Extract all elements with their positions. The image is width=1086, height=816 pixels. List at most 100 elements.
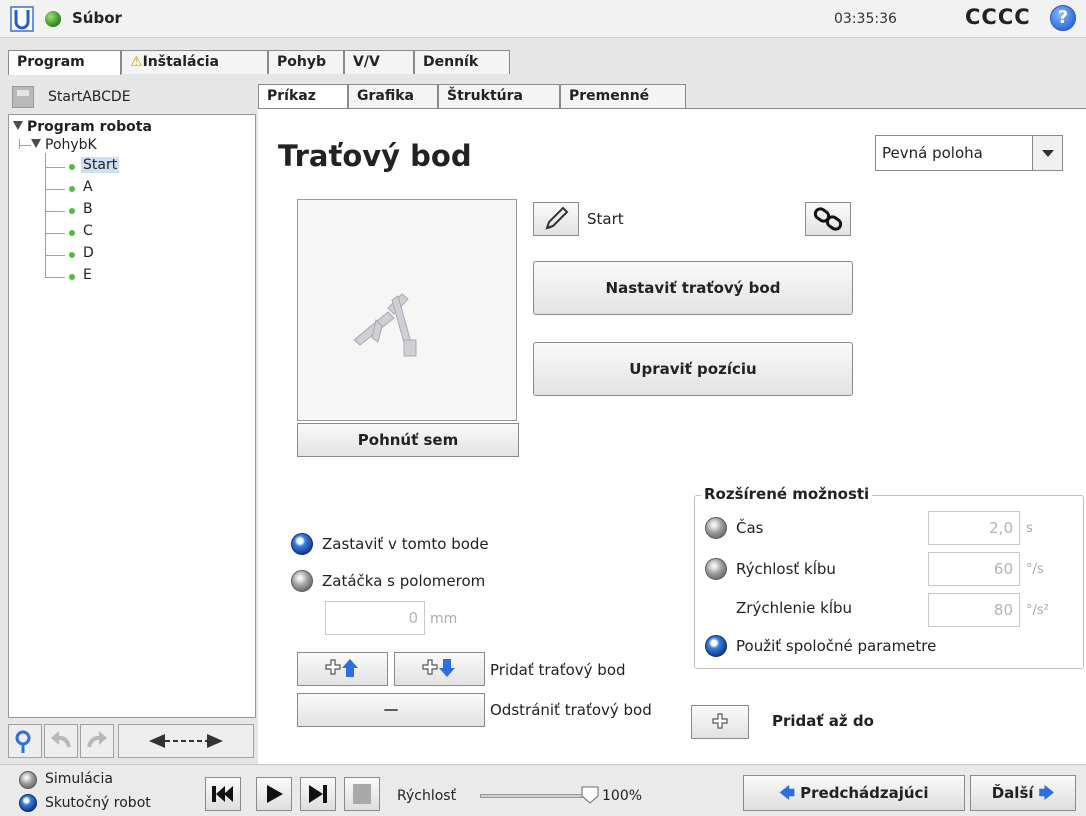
save-icon[interactable] <box>12 86 34 108</box>
stop-button[interactable] <box>344 777 380 811</box>
program-name: StartABCDE <box>48 89 131 105</box>
tab-installation[interactable]: ⚠Inštalácia <box>121 50 268 74</box>
undo-icon[interactable] <box>44 724 78 758</box>
warning-icon: ⚠ <box>130 54 143 70</box>
arrow-right-icon: 🡆 <box>1038 784 1055 802</box>
tab-structure[interactable]: Štruktúra <box>438 84 560 108</box>
joint-accel-unit: °/s² <box>1026 603 1049 618</box>
previous-button[interactable]: 🡄 Predchádzajúci <box>743 775 965 811</box>
bottom-bar: Simulácia Skutočný robot Rýchlosť 100% 🡄… <box>0 764 1086 816</box>
skip-back-icon <box>212 786 233 802</box>
program-tree[interactable]: Program robota PohybK Start A B C D E <box>8 114 256 718</box>
tab-io[interactable]: V/V <box>344 50 414 74</box>
stop-at-point-label: Zastaviť v tomto bode <box>322 535 489 553</box>
search-icon[interactable] <box>8 724 42 758</box>
plus-icon <box>712 713 728 729</box>
robot-pose-preview <box>297 199 517 421</box>
tab-log[interactable]: Denník <box>414 50 510 74</box>
add-before-icon <box>325 659 358 677</box>
robot-status-icon <box>45 11 61 27</box>
top-bar: Súbor 03:35:36 CCCC ? <box>0 0 1086 38</box>
tree-waypoint-b[interactable]: B <box>83 201 93 217</box>
speed-slider[interactable] <box>480 794 585 798</box>
tab-variables[interactable]: Premenné <box>560 84 686 108</box>
time-field[interactable]: 2,0 <box>928 511 1020 545</box>
tree-waypoint-a[interactable]: A <box>83 179 93 195</box>
add-until-label: Pridať až do <box>772 712 874 730</box>
tree-waypoint-d[interactable]: D <box>83 245 94 261</box>
blend-radius-unit: mm <box>430 611 458 627</box>
expand-tree-icon[interactable] <box>118 724 254 758</box>
tree-root[interactable]: Program robota <box>13 119 152 135</box>
stop-at-point-radio[interactable] <box>291 533 313 555</box>
waypoint-name: Start <box>587 210 624 228</box>
real-robot-label: Skutočný robot <box>45 795 151 811</box>
joint-accel-label: Zrýchlenie kĺbu <box>736 599 853 617</box>
robot-name: CCCC <box>965 5 1031 29</box>
next-button[interactable]: Ďalší 🡆 <box>970 775 1076 811</box>
tree-waypoint-c[interactable]: C <box>83 223 93 239</box>
add-until-button[interactable] <box>691 705 749 739</box>
speed-value: 100% <box>602 788 643 804</box>
chevron-down-icon[interactable] <box>1032 136 1062 170</box>
waypoint-type-select[interactable]: Pevná poloha <box>875 135 1063 171</box>
file-menu[interactable]: Súbor <box>72 9 122 27</box>
redo-icon[interactable] <box>80 724 114 758</box>
step-forward-icon <box>309 785 327 803</box>
clock: 03:35:36 <box>834 11 897 27</box>
tree-toolbar <box>8 724 256 758</box>
remove-waypoint-label: Odstrániť traťový bod <box>490 701 652 719</box>
add-after-icon <box>422 659 455 677</box>
program-header: StartABCDE <box>8 82 256 112</box>
time-unit: s <box>1026 521 1033 536</box>
joint-speed-field[interactable]: 60 <box>928 552 1020 586</box>
link-variable-button[interactable] <box>805 202 851 236</box>
joint-speed-radio[interactable] <box>705 558 727 580</box>
joint-speed-unit: °/s <box>1026 562 1044 577</box>
step-button[interactable] <box>300 777 336 811</box>
play-icon <box>267 785 283 803</box>
page-title: Traťový bod <box>278 139 472 173</box>
tree-move-node[interactable]: PohybK <box>31 137 97 153</box>
simulation-label: Simulácia <box>45 771 113 787</box>
waypoint-editor: Traťový bod Pevná poloha Pohnúť sem Star… <box>258 108 1086 764</box>
add-waypoint-label: Pridať traťový bod <box>490 661 626 679</box>
time-radio[interactable] <box>705 517 727 539</box>
tab-program[interactable]: Program <box>8 50 121 75</box>
edit-position-button[interactable]: Upraviť pozíciu <box>533 342 853 396</box>
collapse-icon[interactable] <box>13 121 23 130</box>
advanced-options-title: Rozšírené možnosti <box>701 485 873 503</box>
add-waypoint-before-button[interactable] <box>297 652 388 686</box>
tab-graphics[interactable]: Grafika <box>348 84 438 108</box>
tab-command[interactable]: Príkaz <box>258 84 348 109</box>
speed-slider-handle[interactable] <box>580 786 600 804</box>
play-button[interactable] <box>256 777 292 811</box>
remove-waypoint-button[interactable]: — <box>297 693 485 727</box>
link-icon <box>813 207 843 231</box>
rename-button[interactable] <box>533 202 579 236</box>
blend-radius-field[interactable]: 0 <box>325 601 425 635</box>
time-label: Čas <box>736 519 764 537</box>
speed-label: Rýchlosť <box>397 788 457 804</box>
add-waypoint-after-button[interactable] <box>394 652 485 686</box>
tree-waypoint-e[interactable]: E <box>83 267 92 283</box>
move-here-button[interactable]: Pohnúť sem <box>297 423 519 457</box>
rewind-button[interactable] <box>205 777 241 811</box>
blend-radius-label: Zatáčka s polomerom <box>322 572 486 590</box>
real-robot-radio[interactable] <box>19 794 37 812</box>
shared-params-radio[interactable] <box>705 635 727 657</box>
tab-move[interactable]: Pohyb <box>268 50 344 74</box>
collapse-icon[interactable] <box>31 139 41 148</box>
simulation-radio[interactable] <box>19 771 37 789</box>
robot-arm-icon <box>353 293 417 357</box>
arrow-left-icon: 🡄 <box>779 784 795 802</box>
waypoint-type-value: Pevná poloha <box>882 144 983 162</box>
help-icon[interactable]: ? <box>1050 5 1076 31</box>
set-waypoint-button[interactable]: Nastaviť traťový bod <box>533 261 853 315</box>
joint-accel-field[interactable]: 80 <box>928 593 1020 627</box>
blend-radius-radio[interactable] <box>291 570 313 592</box>
universal-robots-logo <box>10 6 34 32</box>
tree-waypoint-start[interactable]: Start <box>81 157 120 173</box>
program-panel: StartABCDE Program robota PohybK Start A… <box>8 74 256 764</box>
joint-speed-label: Rýchlosť kĺbu <box>736 560 836 578</box>
